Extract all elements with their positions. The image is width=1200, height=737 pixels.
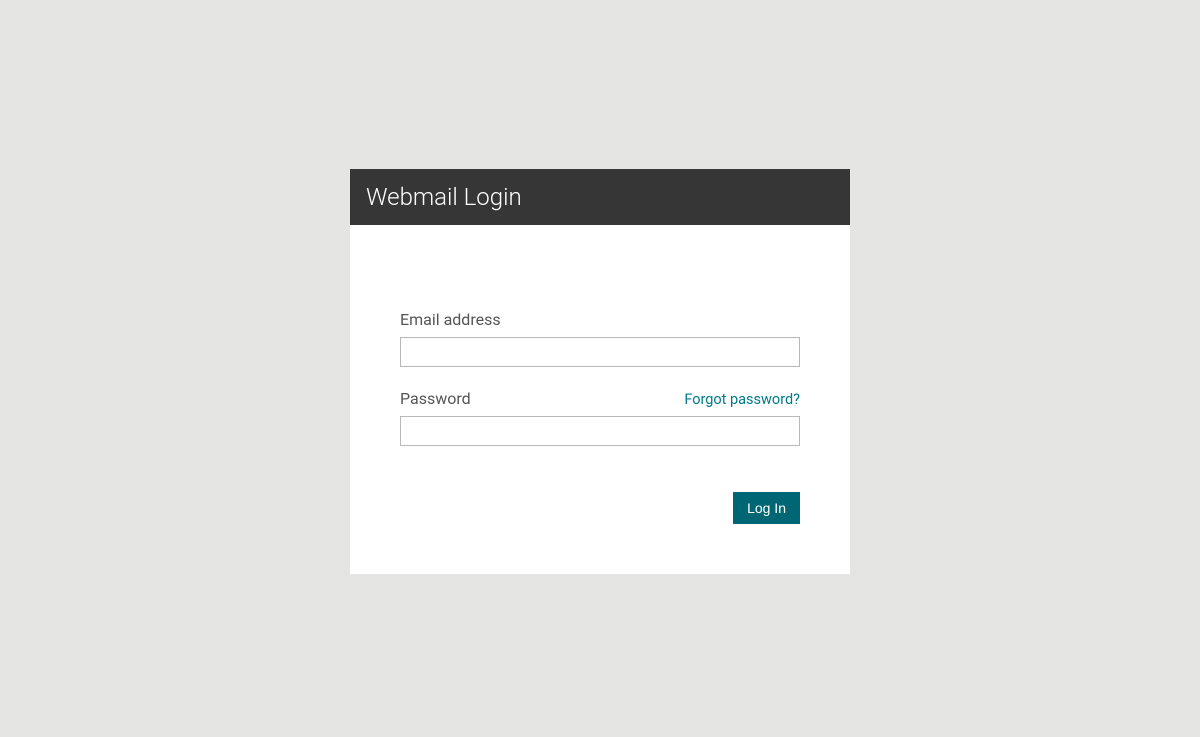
password-label-row: Password Forgot password? [400,389,800,408]
email-group: Email address [400,310,800,367]
panel-title: Webmail Login [350,169,850,225]
password-group: Password Forgot password? [400,389,800,446]
login-panel: Webmail Login Email address Password For… [350,169,850,574]
email-field[interactable] [400,337,800,367]
login-button[interactable]: Log In [733,492,800,524]
form-actions: Log In [400,492,800,524]
email-label: Email address [400,310,800,329]
login-form: Email address Password Forgot password? … [350,225,850,574]
password-label: Password [400,389,471,408]
password-field[interactable] [400,416,800,446]
forgot-password-link[interactable]: Forgot password? [684,391,800,408]
